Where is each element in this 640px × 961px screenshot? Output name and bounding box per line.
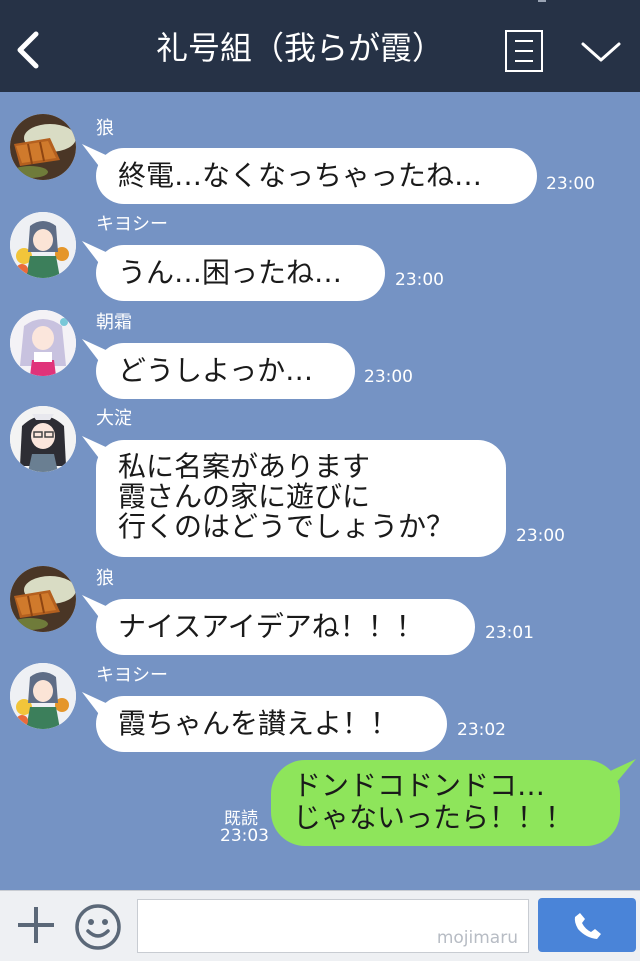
message-input[interactable]: mojimaru xyxy=(137,899,529,953)
character-avatar[interactable] xyxy=(10,212,76,278)
chat-title: 礼号組（我らが霞） xyxy=(155,29,444,67)
expand-button[interactable] xyxy=(580,40,622,64)
bubble-tail xyxy=(82,240,108,276)
back-button[interactable] xyxy=(14,30,42,70)
message-time: 23:01 xyxy=(485,623,534,643)
bubble-tail xyxy=(82,691,108,727)
message-text: ナイスアイデアね！！！ xyxy=(118,610,424,643)
sender-name: 狼 xyxy=(96,118,114,139)
sender-name: キヨシー xyxy=(96,665,168,686)
message-text: うん…困ったね… xyxy=(118,256,343,289)
my-message-text: ドンドコドンドコ… じゃないったら！！！ xyxy=(293,769,574,834)
message-bubble: どうしよっか… xyxy=(82,338,355,399)
message-time: 23:00 xyxy=(546,174,595,194)
character-avatar[interactable] xyxy=(10,406,76,472)
chevron-down-icon xyxy=(581,42,621,62)
message-text: 霞ちゃんを讃えよ！！ xyxy=(118,707,399,740)
tonkatsu-avatar[interactable] xyxy=(10,566,76,632)
chat-header: 礼号組（我らが霞） xyxy=(0,0,640,92)
message-time: 23:00 xyxy=(395,270,444,290)
watermark: mojimaru xyxy=(436,928,518,948)
message-bubble: うん…困ったね… xyxy=(82,240,385,301)
message-time: 23:02 xyxy=(457,720,506,740)
my-message-bubble: ドンドコドンドコ… じゃないったら！！！ xyxy=(271,759,636,846)
message-bubble: 終電…なくなっちゃったね… xyxy=(82,143,537,204)
sender-name: 朝霜 xyxy=(96,312,132,333)
message-text: 終電…なくなっちゃったね… xyxy=(118,159,483,192)
bubble-tail xyxy=(82,143,108,179)
sender-name: 狼 xyxy=(96,568,114,589)
chevron-left-icon xyxy=(17,31,39,69)
plus-icon xyxy=(18,907,54,943)
call-button[interactable] xyxy=(538,898,636,952)
smiley-icon xyxy=(75,904,121,950)
message-bubble: 霞ちゃんを讃えよ！！ xyxy=(82,691,447,752)
phone-icon xyxy=(574,913,601,939)
message-bubble: ナイスアイデアね！！！ xyxy=(82,594,475,655)
bubble-tail xyxy=(82,594,108,630)
notes-button[interactable] xyxy=(505,30,543,72)
tonkatsu-avatar[interactable] xyxy=(10,114,76,180)
bubble-tail xyxy=(606,759,636,795)
bubble-tail xyxy=(82,338,108,374)
input-bar: mojimaru xyxy=(0,890,640,961)
sender-name: キヨシー xyxy=(96,214,168,235)
my-message-time: 23:03 xyxy=(220,826,269,846)
message-text: 私に名案があります 霞さんの家に遊びに 行くのはどうでしょうか？ xyxy=(118,450,455,543)
add-button[interactable] xyxy=(16,905,56,945)
character-avatar[interactable] xyxy=(10,663,76,729)
sender-name: 大淀 xyxy=(96,408,132,429)
bubble-tail xyxy=(82,435,108,471)
character-avatar[interactable] xyxy=(10,310,76,376)
message-time: 23:00 xyxy=(364,367,413,387)
message-text: どうしよっか… xyxy=(118,354,314,387)
message-time: 23:00 xyxy=(516,526,565,546)
status-indicator xyxy=(538,0,546,2)
emoji-button[interactable] xyxy=(74,903,122,951)
message-bubble: 私に名案があります 霞さんの家に遊びに 行くのはどうでしょうか？ xyxy=(82,435,506,557)
